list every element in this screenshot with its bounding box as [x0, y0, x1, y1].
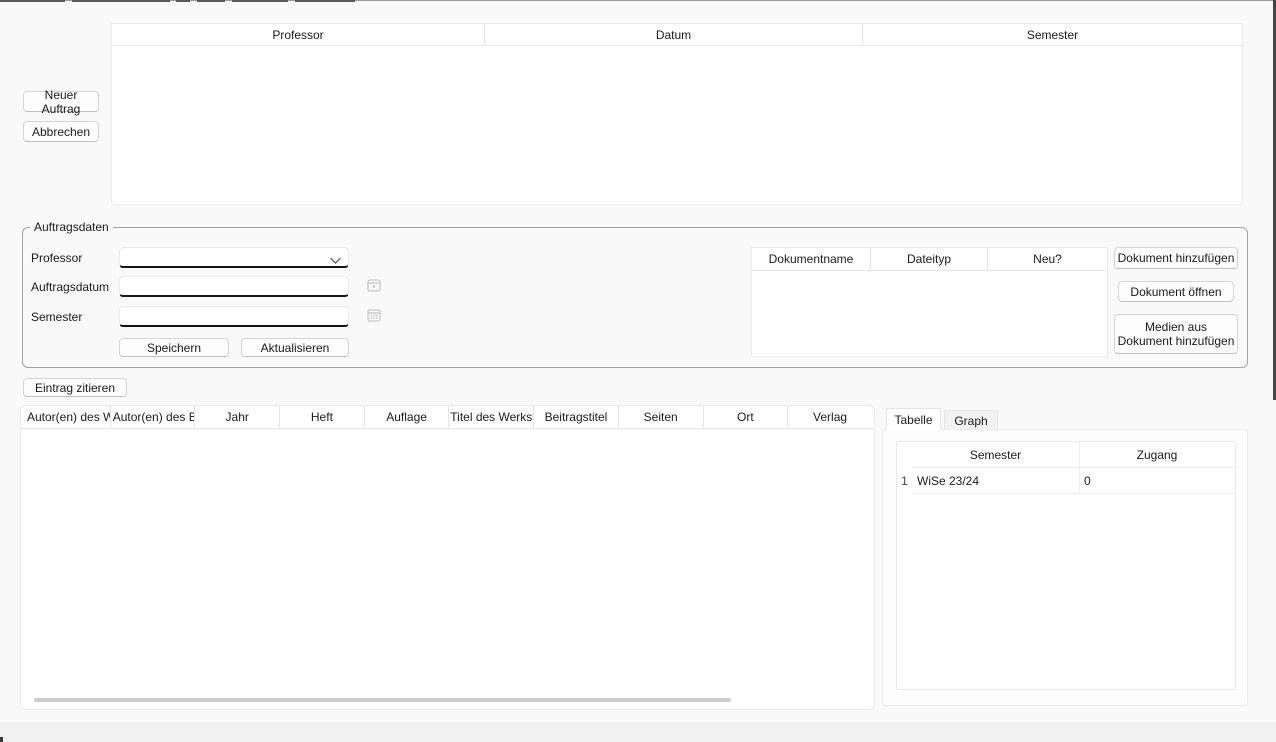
- citations-col-contribution-title[interactable]: Beitragstitel: [533, 406, 618, 428]
- desktop-area-below-window: [0, 722, 1276, 742]
- new-order-button[interactable]: Neuer Auftrag: [23, 91, 99, 112]
- order-date-field[interactable]: [119, 276, 349, 297]
- save-button[interactable]: Speichern: [119, 338, 229, 357]
- desktop-corner: [0, 737, 3, 742]
- chevron-down-icon: [330, 254, 341, 268]
- cancel-button[interactable]: Abbrechen: [23, 121, 99, 142]
- app-window: Professor Datum Semester Neuer Auftrag A…: [0, 0, 1276, 742]
- add-media-from-document-button[interactable]: Medien aus Dokument hinzufügen: [1114, 314, 1238, 354]
- order-data-groupbox: Auftragsdaten Professor Auftragsdatum Se…: [22, 227, 1248, 368]
- documents-grid-header: Dokumentname Dateityp Neu?: [752, 248, 1107, 271]
- citations-grid: Autor(en) des Werks Autor(en) des Beitra…: [20, 405, 875, 710]
- citations-col-work-title[interactable]: Titel des Werks: [448, 406, 533, 428]
- window-top-edge: [0, 0, 1276, 1]
- semester-label: Semester: [31, 310, 82, 324]
- documents-grid-body: [752, 271, 1107, 356]
- citations-col-year[interactable]: Jahr: [194, 406, 279, 428]
- calendar-grid-icon[interactable]: [367, 308, 381, 322]
- groupbox-legend: Auftragsdaten: [30, 220, 113, 234]
- table-row[interactable]: 1 WiSe 23/24 0: [897, 468, 1235, 494]
- cell-zugang: 0: [1079, 468, 1235, 494]
- cite-entry-button[interactable]: Eintrag zitieren: [23, 378, 127, 397]
- citations-col-contribution-authors[interactable]: Autor(en) des Beitrags: [110, 406, 195, 428]
- citations-col-pages[interactable]: Seiten: [618, 406, 703, 428]
- citations-col-place[interactable]: Ort: [703, 406, 788, 428]
- tab-graph[interactable]: Graph: [944, 410, 998, 430]
- semester-input[interactable]: [120, 307, 348, 325]
- cell-semester: WiSe 23/24: [912, 468, 1079, 494]
- documents-col-name[interactable]: Dokumentname: [752, 248, 870, 270]
- order-date-label: Auftragsdatum: [31, 280, 109, 294]
- tab-tabelle[interactable]: Tabelle: [886, 408, 941, 430]
- documents-col-new[interactable]: Neu?: [987, 248, 1107, 270]
- open-document-button[interactable]: Dokument öffnen: [1118, 281, 1234, 302]
- documents-grid: Dokumentname Dateityp Neu?: [751, 247, 1108, 357]
- professor-label: Professor: [31, 251, 82, 265]
- orders-col-semester[interactable]: Semester: [862, 24, 1242, 45]
- citations-grid-body: [21, 429, 874, 684]
- stats-col-zugang[interactable]: Zugang: [1079, 442, 1235, 468]
- citations-grid-header: Autor(en) des Werks Autor(en) des Beitra…: [21, 406, 874, 429]
- citations-col-publisher[interactable]: Verlag: [787, 406, 872, 428]
- order-date-input[interactable]: [120, 277, 348, 295]
- orders-grid: Professor Datum Semester: [111, 23, 1243, 205]
- stats-col-semester[interactable]: Semester: [912, 442, 1079, 468]
- calendar-today-icon[interactable]: [367, 278, 381, 292]
- add-document-button[interactable]: Dokument hinzufügen: [1114, 247, 1238, 269]
- column-divider: [1079, 442, 1080, 494]
- row-number: 1: [897, 468, 912, 494]
- citations-col-issue[interactable]: Heft: [279, 406, 364, 428]
- orders-col-datum[interactable]: Datum: [484, 24, 862, 45]
- orders-grid-body: [112, 46, 1242, 204]
- citations-col-edition[interactable]: Auflage: [364, 406, 449, 428]
- documents-col-filetype[interactable]: Dateityp: [870, 248, 987, 270]
- professor-combobox-input[interactable]: [120, 248, 348, 266]
- refresh-button[interactable]: Aktualisieren: [241, 338, 349, 357]
- orders-col-professor[interactable]: Professor: [112, 24, 484, 45]
- professor-combobox[interactable]: [119, 247, 349, 268]
- row-number-gutter: [897, 442, 912, 468]
- horizontal-scrollbar-thumb[interactable]: [34, 698, 731, 702]
- semester-stats-header: Semester Zugang: [897, 442, 1235, 468]
- semester-stats-table: Semester Zugang 1 WiSe 23/24 0: [896, 441, 1236, 690]
- semester-field[interactable]: [119, 306, 349, 327]
- stats-tab-panel: Semester Zugang 1 WiSe 23/24 0: [882, 429, 1248, 706]
- citations-col-work-authors[interactable]: Autor(en) des Werks: [25, 406, 110, 428]
- orders-grid-header: Professor Datum Semester: [112, 24, 1242, 46]
